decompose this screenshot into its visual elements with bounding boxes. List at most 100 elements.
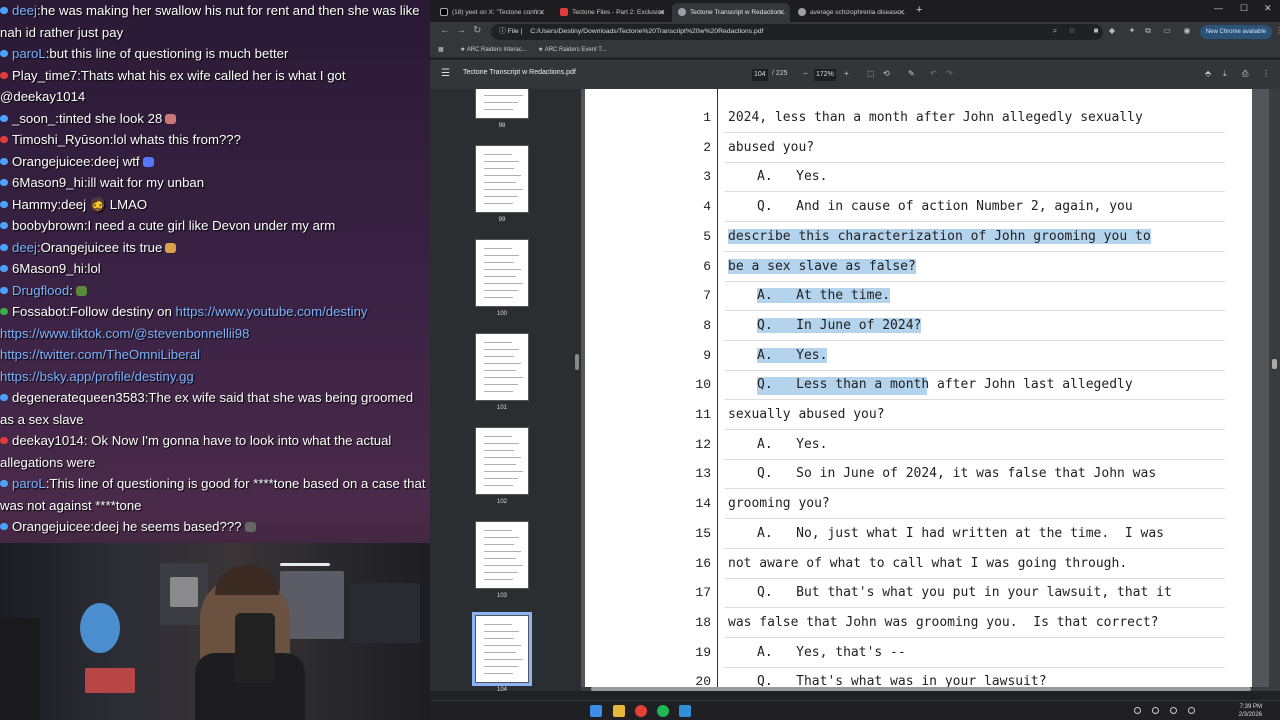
maximize-button[interactable]: ☐ <box>1240 3 1248 14</box>
rotate-icon[interactable]: ⟲ <box>883 69 890 78</box>
chat-username[interactable]: 6Mason9_hi <box>12 175 84 190</box>
line-text[interactable]: was false that John was grooming you. Is… <box>728 615 1158 630</box>
chat-username[interactable]: Fossabot <box>12 304 66 319</box>
line-text[interactable]: Q. And in cause of action Number 2, agai… <box>757 199 1133 214</box>
chat-username[interactable]: Hammy <box>12 197 57 212</box>
line-text[interactable]: grooming you? <box>728 496 830 511</box>
chat-username[interactable]: deej <box>12 240 37 255</box>
network-icon[interactable] <box>1170 707 1177 714</box>
zoom-input[interactable]: 172% <box>814 69 836 81</box>
line-text[interactable]: A. Yes. <box>757 169 827 184</box>
page-thumbnail[interactable] <box>475 239 529 307</box>
chat-username[interactable]: Play_time7 <box>12 68 77 83</box>
chat-username[interactable]: paroL <box>12 46 46 61</box>
redo-icon[interactable]: ↷ <box>946 69 953 78</box>
search-icon[interactable]: ⌕ <box>1050 26 1060 36</box>
line-text[interactable]: Q. So in June of 2024, it was false that… <box>757 466 1156 481</box>
bookmark-item[interactable]: ★ ARC Raiders Interac... <box>460 44 527 56</box>
chat-username[interactable]: 6Mason9_hi <box>12 261 84 276</box>
chat-username[interactable]: paroL <box>12 476 46 491</box>
tab-x-post[interactable]: (18) yeet on X: "Tectone confir... ✕ <box>434 3 550 22</box>
zoom-out-icon[interactable]: − <box>803 69 808 78</box>
line-text[interactable]: A. Yes. <box>757 347 828 363</box>
line-text[interactable]: describe this characterization of John g… <box>728 228 1151 244</box>
line-text[interactable]: A. No, just what I had written at the ti… <box>757 526 1164 541</box>
page-thumbnail[interactable] <box>475 521 529 589</box>
back-button[interactable]: ← <box>440 25 450 36</box>
more-actions-icon[interactable]: ⋮ <box>1262 69 1270 78</box>
menu-icon[interactable]: ☰ <box>441 68 450 79</box>
save-icon[interactable]: ⬘ <box>1205 69 1211 78</box>
close-tab-icon[interactable]: ✕ <box>658 3 665 22</box>
chat-username[interactable]: Drugflood <box>12 283 69 298</box>
close-tab-icon[interactable]: ✕ <box>538 3 545 22</box>
page-thumbnail[interactable] <box>475 333 529 401</box>
tray-icon[interactable] <box>1152 707 1159 714</box>
page-number-input[interactable]: 104 <box>752 69 768 81</box>
chat-username[interactable]: Orangejuicee <box>12 154 90 169</box>
reload-button[interactable]: ↻ <box>473 25 481 36</box>
extension-icon[interactable]: ■ <box>1091 26 1101 36</box>
line-text[interactable]: sexually abused you? <box>728 407 885 422</box>
bookmark-item[interactable]: ★ ARC Raiders Event T... <box>538 44 606 56</box>
line-text[interactable]: A. Yes, that's -- <box>757 645 906 660</box>
start-icon[interactable] <box>590 705 602 717</box>
chrome-icon[interactable] <box>635 705 647 717</box>
line-text[interactable]: A. Yes. <box>757 437 827 452</box>
new-tab-button[interactable]: + <box>916 4 922 16</box>
chat-username[interactable]: degeneratequeen3583 <box>12 390 145 405</box>
update-chrome-button[interactable]: New Chrome available <box>1200 25 1272 39</box>
page-thumbnail[interactable] <box>475 89 529 119</box>
line-text[interactable]: not aware of what to call what I was goi… <box>728 556 1127 571</box>
line-text[interactable]: Q. Less than a month after John last all… <box>757 377 1133 392</box>
tray-icon[interactable] <box>1134 707 1141 714</box>
close-tab-icon[interactable]: ✕ <box>898 3 905 22</box>
file-info-chip[interactable]: ⓘ File | <box>499 28 522 35</box>
tab-pdf[interactable]: Tectone Transcript w Redaction... ✕ <box>672 3 790 22</box>
line-text[interactable]: A. At the time. <box>757 288 891 304</box>
chat-username[interactable]: deej <box>12 3 37 18</box>
extension-icon[interactable]: ✦ <box>1127 26 1137 36</box>
chat-link[interactable]: https://www.youtube.com/destiny <box>175 304 367 319</box>
volume-icon[interactable] <box>1188 707 1195 714</box>
line-text[interactable]: Q. But that's what you put in your lawsu… <box>757 585 1172 600</box>
page-thumbnail[interactable] <box>475 145 529 213</box>
system-clock[interactable]: 7:39 PM 2/3/2026 <box>1239 703 1262 719</box>
download-icon[interactable]: ⤓ <box>1223 69 1227 79</box>
forward-button[interactable]: → <box>456 25 466 36</box>
scrollbar-grip[interactable] <box>1272 359 1277 369</box>
zoom-in-icon[interactable]: + <box>844 69 849 78</box>
print-icon[interactable]: ⎙ <box>1242 69 1248 79</box>
close-window-button[interactable]: ✕ <box>1264 3 1272 14</box>
scrollbar-grip[interactable] <box>575 354 579 370</box>
fit-page-icon[interactable]: ⬚ <box>867 69 875 78</box>
undo-icon[interactable]: ↶ <box>930 69 937 78</box>
line-text[interactable]: 2024, less than a month after John alleg… <box>728 110 1143 125</box>
puzzle-icon[interactable]: ⧉ <box>1143 26 1153 36</box>
chat-username[interactable]: deekay1014 <box>12 433 84 448</box>
chat-link[interactable]: https://bsky.app/profile/destiny.gg <box>0 369 194 384</box>
chat-username[interactable]: Timoshi_Ryūson <box>12 132 110 147</box>
line-text[interactable]: abused you? <box>728 140 814 155</box>
document-scrollbar[interactable] <box>1269 89 1280 691</box>
bookmark-star-icon[interactable]: ☆ <box>1067 26 1077 36</box>
address-bar[interactable]: ⓘ File | C:/Users/Destiny/Downloads/Tect… <box>491 24 1103 40</box>
horizontal-scrollbar[interactable] <box>581 687 1269 691</box>
annotate-icon[interactable]: ✎ <box>908 69 915 78</box>
tab-search[interactable]: average schizophrenia disease... ✕ <box>792 3 910 22</box>
apps-grid-icon[interactable]: ▦ <box>438 44 444 56</box>
more-menu-icon[interactable]: ⋮ <box>1274 26 1280 36</box>
close-tab-icon[interactable]: ✕ <box>778 3 785 22</box>
scrollbar-grip[interactable] <box>591 687 1251 691</box>
tab-youtube[interactable]: Tectone Files - Part 2: Exclusive ✕ <box>554 3 670 22</box>
profile-icon[interactable]: ◉ <box>1182 26 1192 36</box>
page-thumbnail[interactable] <box>472 612 532 686</box>
chat-username[interactable]: _soon_ <box>12 111 55 126</box>
page-thumbnail[interactable] <box>475 427 529 495</box>
thumbnail-scrollbar[interactable] <box>573 89 581 691</box>
telegram-icon[interactable] <box>679 705 691 717</box>
line-text[interactable]: be a sex slave as false? <box>728 258 916 274</box>
chat-username[interactable]: Orangejuicee <box>12 519 90 534</box>
sidebar-icon[interactable]: ▭ <box>1162 26 1172 36</box>
minimize-button[interactable]: — <box>1214 3 1223 13</box>
